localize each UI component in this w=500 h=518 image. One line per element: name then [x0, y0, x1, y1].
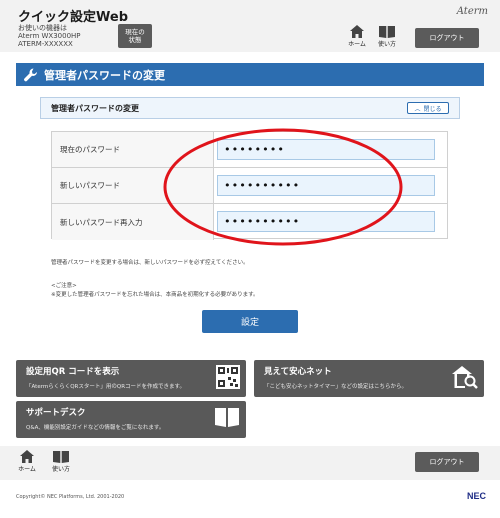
- manual-nav[interactable]: 使い方: [48, 450, 74, 473]
- app-title: クイック設定Web: [18, 10, 128, 25]
- qr-code-card[interactable]: 設定用QR コードを表示 「AtermらくらくQRスタート」用のQRコードを作成…: [16, 360, 246, 397]
- form-row: 新しいパスワード再入力: [52, 204, 447, 240]
- book-icon: [379, 26, 395, 38]
- safety-net-card[interactable]: 見えて安心ネット 「こども安心ネットタイマー」などの設定はこちらから。: [254, 360, 484, 397]
- header: クイック設定Web お使いの機器は Aterm WX3000HP ATERM-X…: [0, 0, 500, 52]
- book-icon: [215, 408, 239, 427]
- current-password-label: 現在のパスワード: [52, 132, 214, 167]
- new-password-input[interactable]: [217, 175, 435, 196]
- logout-button[interactable]: ログアウト: [415, 28, 479, 48]
- qr-code-icon: [216, 365, 240, 389]
- confirm-password-label: 新しいパスワード再入力: [52, 204, 214, 240]
- collapse-label: 閉じる: [423, 105, 442, 113]
- copyright: Copyright© NEC Platforms, Ltd. 2001-2020: [16, 494, 125, 500]
- current-password-input[interactable]: [217, 139, 435, 160]
- card-desc: 「AtermらくらくQRスタート」用のQRコードを作成できます。: [26, 384, 185, 390]
- new-password-label: 新しいパスワード: [52, 168, 214, 203]
- device-prefix: お使いの機器は: [18, 24, 67, 32]
- page-title: 管理者パスワードの変更: [44, 68, 165, 82]
- caution-text: ※変更した管理者パスワードを忘れた場合は、本商品を初期化する必要があります。: [51, 292, 259, 298]
- home-label: ホーム: [348, 41, 366, 48]
- status-button[interactable]: 現在の 状態: [118, 24, 152, 48]
- home-nav[interactable]: ホーム: [14, 450, 40, 473]
- card-title: 設定用QR コードを表示: [26, 367, 120, 377]
- caution-title: <ご注意>: [51, 283, 77, 289]
- confirm-password-input[interactable]: [217, 211, 435, 232]
- home-icon: [20, 450, 34, 463]
- device-model: Aterm WX3000HP: [18, 32, 81, 40]
- manual-label: 使い方: [51, 466, 70, 473]
- manual-nav[interactable]: 使い方: [374, 25, 400, 48]
- device-info: お使いの機器は Aterm WX3000HP ATERM-XXXXXX: [18, 24, 81, 48]
- home-label: ホーム: [18, 466, 36, 473]
- brand-logo: Aterm: [456, 6, 488, 17]
- support-desk-card[interactable]: サポートデスク Q&A、機能別設定ガイドなどの情報をご覧になれます。: [16, 401, 246, 438]
- wrench-icon: [24, 68, 37, 81]
- home-nav[interactable]: ホーム: [344, 25, 370, 48]
- note-text: 管理者パスワードを変更する場合は、新しいパスワードを必ず控えてください。: [51, 260, 249, 266]
- page-title-bar: 管理者パスワードの変更: [16, 63, 484, 86]
- house-search-icon: [452, 366, 478, 389]
- logout-button[interactable]: ログアウト: [415, 452, 479, 472]
- home-icon: [350, 25, 364, 38]
- nec-logo: NEC: [466, 491, 486, 501]
- footer-bar: ホーム 使い方 ログアウト: [0, 446, 500, 480]
- collapse-button[interactable]: ︿ 閉じる: [407, 102, 449, 114]
- card-desc: Q&A、機能別設定ガイドなどの情報をご覧になれます。: [26, 425, 165, 431]
- section-header: 管理者パスワードの変更 ︿ 閉じる: [40, 97, 460, 119]
- form-row: 現在のパスワード: [52, 132, 447, 168]
- card-desc: 「こども安心ネットタイマー」などの設定はこちらから。: [264, 384, 408, 390]
- manual-label: 使い方: [377, 41, 396, 48]
- card-title: 見えて安心ネット: [264, 367, 332, 377]
- set-button[interactable]: 設定: [202, 310, 298, 333]
- book-icon: [53, 451, 69, 463]
- device-serial: ATERM-XXXXXX: [18, 40, 73, 48]
- card-title: サポートデスク: [26, 408, 86, 418]
- section-title: 管理者パスワードの変更: [51, 103, 139, 113]
- password-form: 現在のパスワード 新しいパスワード 新しいパスワード再入力: [51, 131, 448, 240]
- form-row: 新しいパスワード: [52, 168, 447, 204]
- chevron-up-icon: ︿: [414, 105, 421, 113]
